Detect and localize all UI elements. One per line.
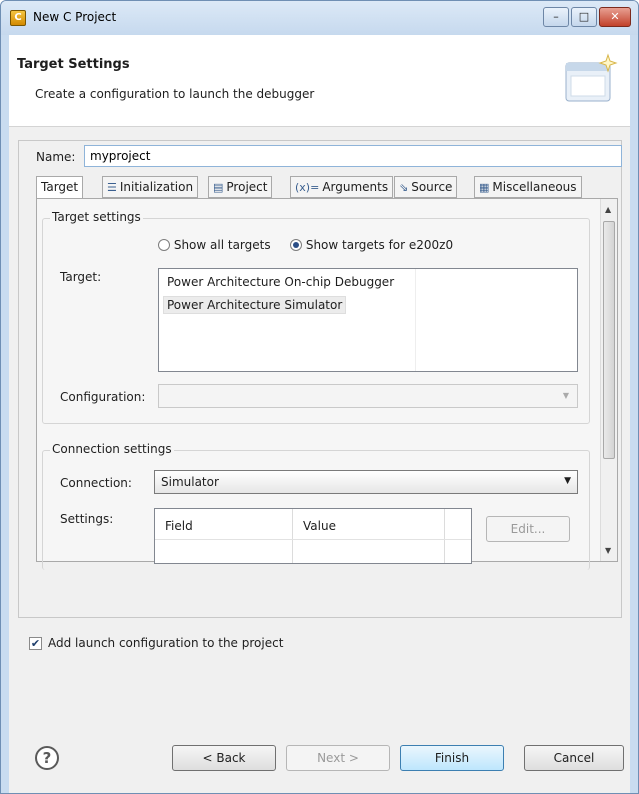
connection-select[interactable]: Simulator ▼ xyxy=(154,470,578,494)
edit-button[interactable]: Edit... xyxy=(486,516,570,542)
add-launch-config-label: Add launch configuration to the project xyxy=(48,636,284,650)
configuration-select[interactable]: ▼ xyxy=(158,384,578,408)
next-button[interactable]: Next > xyxy=(286,745,390,771)
source-icon: ⇘ xyxy=(399,181,409,194)
cancel-button[interactable]: Cancel xyxy=(524,745,624,771)
target-list[interactable]: Power Architecture On-chip Debugger Powe… xyxy=(158,268,578,372)
tab-initialization[interactable]: ☰ Initialization xyxy=(102,176,199,198)
radio-show-all-control[interactable] xyxy=(158,239,170,251)
wizard-banner-icon xyxy=(565,53,618,102)
tab-miscellaneous[interactable]: ▦ Miscellaneous xyxy=(474,176,582,198)
title-bar[interactable]: C New C Project – □ ✕ xyxy=(1,1,638,35)
radio-show-all[interactable]: Show all targets xyxy=(158,238,271,252)
table-header-value[interactable]: Value xyxy=(303,519,336,533)
tab-label: Target xyxy=(41,180,79,194)
tab-label: Project xyxy=(226,180,268,194)
help-icon[interactable]: ? xyxy=(35,746,59,770)
radio-show-all-label: Show all targets xyxy=(173,238,271,252)
chevron-down-icon: ▼ xyxy=(562,391,569,400)
radio-show-filtered-control[interactable] xyxy=(290,239,302,251)
maximize-button[interactable]: □ xyxy=(571,7,597,27)
add-launch-config-checkbox[interactable]: ✔ xyxy=(29,637,42,650)
target-settings-title: Target settings xyxy=(50,210,143,224)
scrollbar-thumb[interactable] xyxy=(603,221,615,459)
close-button[interactable]: ✕ xyxy=(599,7,631,27)
list-column-divider xyxy=(415,269,416,371)
wizard-header: Target Settings Create a configuration t… xyxy=(9,35,630,127)
window-title: New C Project xyxy=(33,10,117,24)
scroll-down-icon[interactable]: ▼ xyxy=(605,546,611,555)
table-header-field[interactable]: Field xyxy=(165,519,193,533)
target-label: Target: xyxy=(60,270,102,284)
settings-table[interactable]: Field Value xyxy=(154,508,472,564)
finish-button[interactable]: Finish xyxy=(400,745,504,771)
page-icon: ▤ xyxy=(213,181,224,194)
tab-project[interactable]: ▤ Project xyxy=(208,176,273,198)
app-icon: C xyxy=(10,10,26,26)
table-column xyxy=(293,509,445,563)
vertical-scrollbar[interactable]: ▲ ▼ xyxy=(600,199,617,561)
arguments-icon: (x)= xyxy=(295,181,320,194)
list-icon: ☰ xyxy=(107,181,117,194)
connection-settings-title: Connection settings xyxy=(50,442,174,456)
chevron-down-icon: ▼ xyxy=(564,476,571,486)
table-column xyxy=(155,509,293,563)
scroll-up-icon[interactable]: ▲ xyxy=(605,205,611,214)
page-title: Target Settings xyxy=(17,57,130,72)
project-name-input[interactable] xyxy=(84,145,622,167)
tab-label: Miscellaneous xyxy=(492,180,577,194)
back-button[interactable]: < Back xyxy=(172,745,276,771)
configuration-label: Configuration: xyxy=(60,390,146,404)
table-icon: ▦ xyxy=(479,181,490,194)
list-item-selected[interactable]: Power Architecture Simulator xyxy=(163,296,347,314)
connection-value: Simulator xyxy=(161,475,219,489)
tab-target[interactable]: Target xyxy=(36,176,84,199)
tab-label: Source xyxy=(411,180,453,194)
radio-show-filtered[interactable]: Show targets for e200z0 xyxy=(290,238,453,252)
page-description: Create a configuration to launch the deb… xyxy=(35,87,315,101)
tab-label: Initialization xyxy=(119,180,194,194)
name-label: Name: xyxy=(36,150,76,164)
connection-label: Connection: xyxy=(60,476,132,490)
tab-arguments[interactable]: (x)= Arguments xyxy=(290,176,394,198)
tab-label: Arguments xyxy=(322,180,389,194)
list-item[interactable]: Power Architecture On-chip Debugger xyxy=(167,275,394,289)
radio-show-filtered-label: Show targets for e200z0 xyxy=(305,238,454,252)
minimize-button[interactable]: – xyxy=(543,7,569,27)
table-header-divider xyxy=(155,539,471,540)
settings-label: Settings: xyxy=(60,512,114,526)
tab-source[interactable]: ⇘ Source xyxy=(394,176,458,198)
